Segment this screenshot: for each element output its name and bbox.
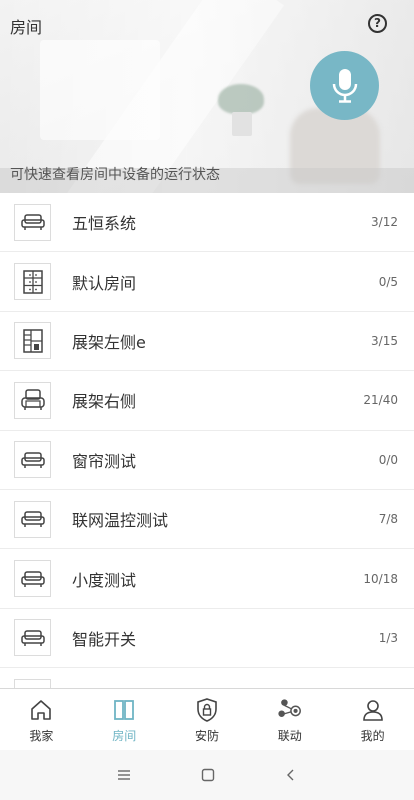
list-item[interactable]: 窗帘测试 0/0 <box>0 431 414 490</box>
page-subtitle: 可快速查看房间中设备的运行状态 <box>10 167 220 183</box>
tab-home[interactable]: 我家 <box>0 689 83 750</box>
device-count: 3/15 <box>371 333 398 348</box>
tab-label: 安防 <box>194 729 219 743</box>
list-item[interactable]: 小度测试 10/18 <box>0 549 414 609</box>
room-name: 默认房间 <box>72 273 137 293</box>
device-count: 21/40 <box>363 393 398 408</box>
room-list: 五恒系统 3/12 默认房间 0/5 展架左侧e 3/15 展架右侧 21/40 <box>0 193 414 688</box>
background-plant <box>218 84 264 114</box>
list-item[interactable]: 展架右侧 21/40 <box>0 371 414 431</box>
list-item[interactable]: 默认房间 0/5 <box>0 252 414 312</box>
device-count: 0/5 <box>378 274 398 289</box>
microphone-icon <box>332 68 357 103</box>
page-title: 房间 <box>10 18 43 37</box>
device-count: 1/3 <box>378 630 398 645</box>
cabinet-icon <box>14 263 51 301</box>
tab-mine[interactable]: 我的 <box>331 689 414 750</box>
sofa-icon <box>14 678 51 688</box>
room-name: 五恒系统 <box>72 214 137 234</box>
list-item[interactable] <box>0 668 414 688</box>
sofa-icon <box>14 500 51 538</box>
user-icon <box>360 697 386 723</box>
list-item[interactable]: 联网温控测试 7/8 <box>0 490 414 550</box>
sofa-icon <box>14 619 51 657</box>
tab-label: 我家 <box>29 729 54 743</box>
back-icon[interactable] <box>285 768 297 782</box>
list-item[interactable]: 展架左侧e 3/15 <box>0 312 414 372</box>
header-banner: 房间 ? 可快速查看房间中设备的运行状态 <box>0 0 414 193</box>
list-item[interactable]: 智能开关 1/3 <box>0 609 414 669</box>
armchair-icon <box>14 381 51 419</box>
home-icon <box>28 697 54 723</box>
voice-button[interactable] <box>310 51 379 120</box>
sofa-icon <box>14 203 51 241</box>
device-count: 10/18 <box>363 571 398 586</box>
room-name: 窗帘测试 <box>72 451 137 471</box>
shield-lock-icon <box>194 697 220 723</box>
device-count: 3/12 <box>371 215 398 230</box>
room-icon <box>111 697 137 723</box>
menu-icon[interactable] <box>117 769 131 781</box>
home-square-icon[interactable] <box>201 768 215 782</box>
room-name: 小度测试 <box>72 570 137 590</box>
linkage-icon <box>277 697 303 723</box>
device-count: 7/8 <box>378 512 398 527</box>
device-count: 0/0 <box>378 452 398 467</box>
help-circle-icon[interactable]: ? <box>368 14 387 33</box>
room-name: 展架右侧 <box>72 392 137 412</box>
tab-rooms[interactable]: 房间 <box>83 689 166 750</box>
background-pot <box>232 112 252 136</box>
wardrobe-icon <box>14 322 51 360</box>
room-name: 展架左侧e <box>72 332 146 352</box>
tab-linkage[interactable]: 联动 <box>248 689 331 750</box>
tab-security[interactable]: 安防 <box>166 689 249 750</box>
tab-label: 我的 <box>360 729 385 743</box>
tab-label: 联动 <box>277 729 302 743</box>
tab-label: 房间 <box>112 729 137 743</box>
room-name: 智能开关 <box>72 629 137 649</box>
rooms-page: 房间 ? 可快速查看房间中设备的运行状态 五恒系统 3/12 默认房间 0/5 … <box>0 0 414 800</box>
room-name: 联网温控测试 <box>72 511 169 531</box>
sofa-icon <box>14 560 51 598</box>
bottom-tab-bar: 我家 房间 安防 联动 我的 <box>0 688 414 750</box>
list-item[interactable]: 五恒系统 3/12 <box>0 193 414 253</box>
sofa-icon <box>14 441 51 479</box>
system-navigation-bar <box>0 750 414 800</box>
